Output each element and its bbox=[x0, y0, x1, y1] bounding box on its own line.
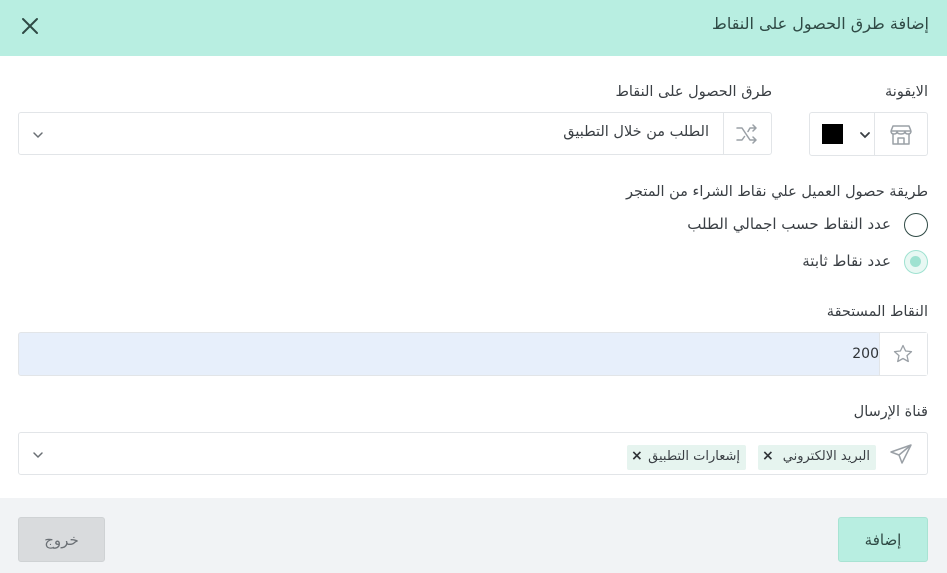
star-icon bbox=[893, 344, 913, 364]
method-select[interactable]: الطلب من خلال التطبيق bbox=[18, 112, 772, 155]
chevron-down-icon[interactable] bbox=[31, 127, 45, 141]
chip-label: البريد الالكتروني bbox=[782, 449, 870, 464]
radio-dot bbox=[910, 256, 921, 267]
radio-total-points-label: عدد النقاط حسب اجمالي الطلب bbox=[687, 215, 891, 233]
method-label: طرق الحصول على النقاط bbox=[615, 84, 772, 100]
dialog-title: إضافة طرق الحصول على النقاط bbox=[712, 14, 929, 33]
radio-total-points[interactable] bbox=[904, 213, 928, 237]
chevron-down-icon[interactable] bbox=[31, 447, 45, 461]
remove-chip-icon[interactable]: × bbox=[762, 448, 774, 464]
shuffle-icon bbox=[735, 123, 759, 145]
channel-select[interactable]: البريد الالكتروني × إشعارات التطبيق × bbox=[18, 432, 928, 475]
icon-label: الايقونة bbox=[885, 84, 928, 100]
method-value: الطلب من خلال التطبيق bbox=[563, 124, 709, 140]
points-icon-area bbox=[879, 333, 927, 375]
points-field[interactable] bbox=[18, 332, 928, 376]
exit-button[interactable]: خروج bbox=[18, 517, 105, 562]
channel-chip-app: إشعارات التطبيق × bbox=[627, 445, 746, 470]
radio-fixed-points-label: عدد نقاط ثابتة bbox=[802, 252, 891, 270]
add-button[interactable]: إضافة bbox=[838, 517, 928, 562]
color-swatch[interactable] bbox=[822, 124, 843, 144]
channel-chip-email: البريد الالكتروني × bbox=[758, 445, 876, 470]
calc-method-label: طريقة حصول العميل علي نقاط الشراء من الم… bbox=[625, 184, 928, 200]
dialog-footer: إضافة خروج bbox=[0, 498, 947, 573]
remove-chip-icon[interactable]: × bbox=[631, 448, 643, 464]
store-icon bbox=[889, 124, 913, 146]
chip-label: إشعارات التطبيق bbox=[648, 449, 740, 464]
icon-picker[interactable] bbox=[809, 112, 928, 156]
channel-label: قناة الإرسال bbox=[853, 404, 928, 420]
points-label: النقاط المستحقة bbox=[826, 304, 928, 320]
close-icon[interactable] bbox=[18, 14, 42, 38]
send-icon bbox=[889, 443, 913, 465]
method-divider bbox=[723, 113, 724, 154]
radio-fixed-points[interactable] bbox=[904, 250, 928, 274]
points-input[interactable] bbox=[19, 333, 879, 375]
icon-picker-divider bbox=[874, 113, 875, 155]
dialog-header: إضافة طرق الحصول على النقاط bbox=[0, 0, 947, 56]
chevron-down-icon[interactable] bbox=[858, 127, 872, 141]
